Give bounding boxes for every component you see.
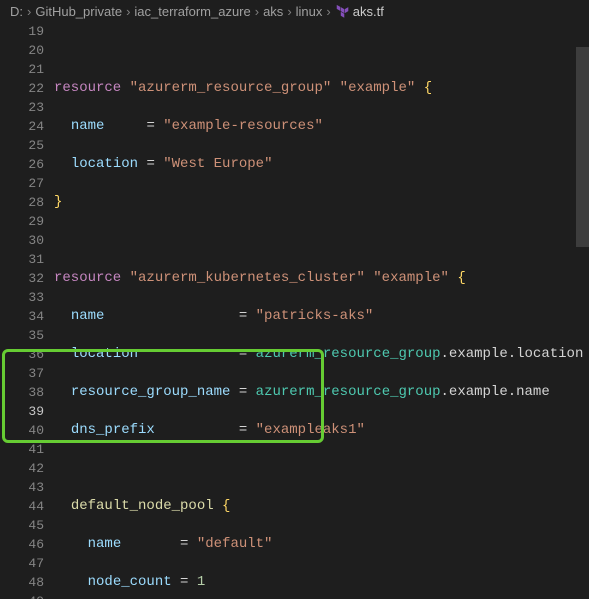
line-number: 47	[0, 554, 44, 573]
code-line: resource "azurerm_kubernetes_cluster" "e…	[54, 269, 589, 288]
code-line: }	[54, 193, 589, 212]
line-number: 19	[0, 22, 44, 41]
scrollbar-thumb[interactable]	[576, 47, 589, 247]
line-number: 48	[0, 573, 44, 592]
line-number: 36	[0, 345, 44, 364]
line-number-gutter: 19 20 21 22 23 24 25 26 27 28 29 30 31 3…	[0, 22, 54, 599]
code-line: resource "azurerm_resource_group" "examp…	[54, 79, 589, 98]
crumb-folder[interactable]: GitHub_private	[35, 4, 122, 19]
line-number: 42	[0, 459, 44, 478]
chevron-right-icon: ›	[23, 4, 35, 19]
line-number: 31	[0, 250, 44, 269]
code-line	[54, 231, 589, 250]
line-number: 33	[0, 288, 44, 307]
chevron-right-icon: ›	[122, 4, 134, 19]
code-line: name = "patricks-aks"	[54, 307, 589, 326]
line-number-current: 39	[0, 402, 44, 421]
crumb-folder[interactable]: linux	[296, 4, 323, 19]
line-number: 44	[0, 497, 44, 516]
code-editor[interactable]: 19 20 21 22 23 24 25 26 27 28 29 30 31 3…	[0, 22, 589, 599]
crumb-folder[interactable]: iac_terraform_azure	[134, 4, 250, 19]
line-number: 23	[0, 98, 44, 117]
code-area[interactable]: resource "azurerm_resource_group" "examp…	[54, 22, 589, 599]
code-line: resource_group_name = azurerm_resource_g…	[54, 383, 589, 402]
line-number: 20	[0, 41, 44, 60]
line-number: 28	[0, 193, 44, 212]
line-number: 34	[0, 307, 44, 326]
line-number: 22	[0, 79, 44, 98]
line-number: 38	[0, 383, 44, 402]
chevron-right-icon: ›	[283, 4, 295, 19]
line-number: 46	[0, 535, 44, 554]
line-number: 43	[0, 478, 44, 497]
code-line: name = "default"	[54, 535, 589, 554]
terraform-icon	[335, 4, 349, 18]
code-line	[54, 459, 589, 478]
line-number: 40	[0, 421, 44, 440]
line-number: 30	[0, 231, 44, 250]
vertical-scrollbar[interactable]	[576, 22, 589, 599]
line-number: 35	[0, 326, 44, 345]
line-number: 27	[0, 174, 44, 193]
code-line: node_count = 1	[54, 573, 589, 592]
breadcrumb[interactable]: D: › GitHub_private › iac_terraform_azur…	[0, 0, 589, 22]
line-number: 45	[0, 516, 44, 535]
line-number: 32	[0, 269, 44, 288]
crumb-file-label: aks.tf	[353, 4, 384, 19]
line-number: 29	[0, 212, 44, 231]
code-line: location = azurerm_resource_group.exampl…	[54, 345, 589, 364]
line-number: 21	[0, 60, 44, 79]
code-line: default_node_pool {	[54, 497, 589, 516]
chevron-right-icon: ›	[251, 4, 263, 19]
line-number: 25	[0, 136, 44, 155]
line-number: 41	[0, 440, 44, 459]
code-line	[54, 41, 589, 60]
code-line: location = "West Europe"	[54, 155, 589, 174]
crumb-folder[interactable]: aks	[263, 4, 283, 19]
crumb-drive[interactable]: D:	[10, 4, 23, 19]
line-number: 37	[0, 364, 44, 383]
code-line: name = "example-resources"	[54, 117, 589, 136]
crumb-file[interactable]: aks.tf	[335, 4, 384, 19]
chevron-right-icon: ›	[322, 4, 334, 19]
line-number: 26	[0, 155, 44, 174]
line-number: 49	[0, 592, 44, 599]
line-number: 24	[0, 117, 44, 136]
code-line: dns_prefix = "exampleaks1"	[54, 421, 589, 440]
